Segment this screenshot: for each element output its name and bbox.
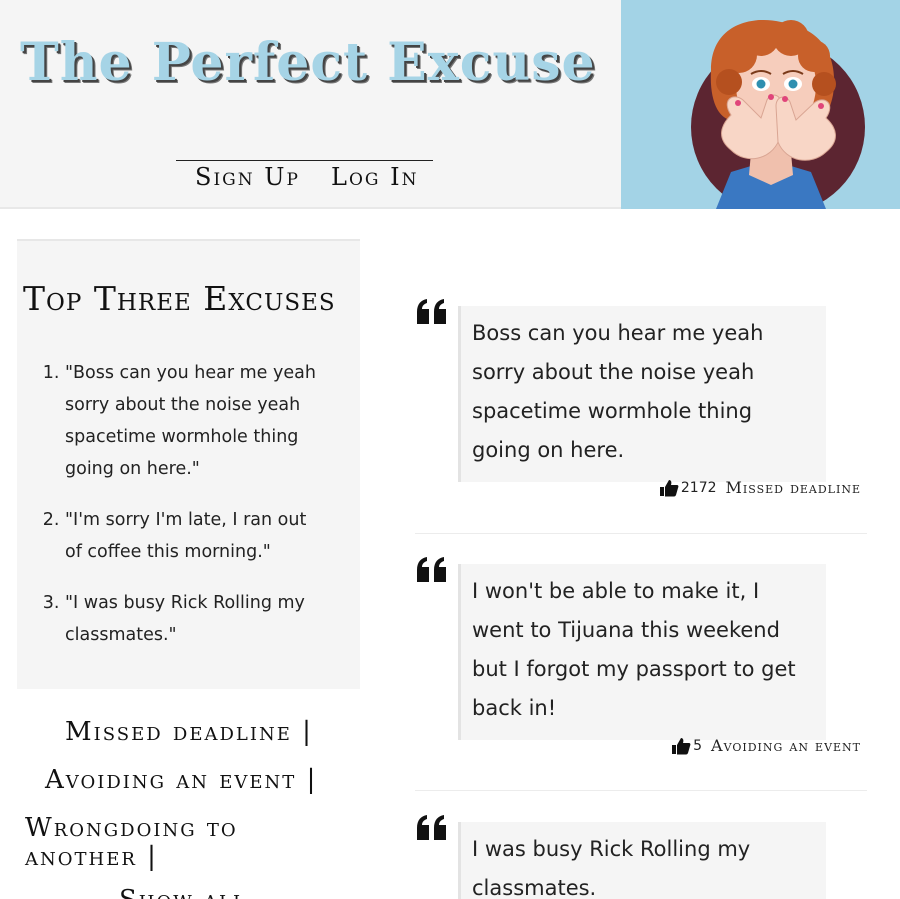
excuse-text: Boss can you hear me yeah sorry about th…: [458, 306, 826, 482]
category-link-wrongdoing-cont[interactable]: another |: [25, 843, 158, 872]
excuse-card: Boss can you hear me yeah sorry about th…: [415, 298, 867, 508]
log-in-link[interactable]: Log In: [331, 163, 418, 191]
top-nav: Sign Up Log In: [176, 160, 433, 192]
excuse-category-tag[interactable]: Avoiding an event: [711, 736, 861, 755]
category-link-wrongdoing[interactable]: Wrongdoing to: [25, 814, 238, 843]
embarrassed-woman-illustration: [691, 19, 865, 209]
quote-icon: [417, 557, 446, 582]
quote-icon: [417, 299, 446, 324]
top-excuse-item: "Boss can you hear me yeah sorry about t…: [65, 357, 323, 485]
category-link-missed-deadline[interactable]: Missed deadline |: [65, 718, 313, 747]
thumbs-up-icon[interactable]: [671, 737, 691, 755]
thumbs-up-icon[interactable]: [659, 479, 679, 497]
top-three-list: "Boss can you hear me yeah sorry about t…: [65, 357, 323, 670]
excuse-card: I was busy Rick Rolling my classmates.: [415, 814, 867, 899]
top-excuse-item: "I'm sorry I'm late, I ran out of coffee…: [65, 504, 323, 568]
like-count: 5: [693, 737, 703, 754]
excuse-meta: 2172 Missed deadline: [659, 478, 861, 497]
excuse-meta: 5 Avoiding an event: [671, 736, 861, 755]
excuse-card: I won't be able to make it, I went to Ti…: [415, 556, 867, 766]
card-divider: [415, 790, 867, 791]
hero-illustration: [621, 0, 900, 209]
category-link-avoiding-event[interactable]: Avoiding an event |: [45, 766, 317, 795]
sign-up-link[interactable]: Sign Up: [195, 163, 300, 191]
site-header: The Perfect Excuse Sign Up Log In: [0, 0, 900, 209]
top-excuse-item: "I was busy Rick Rolling my classmates.": [65, 587, 323, 651]
like-count: 2172: [680, 479, 717, 496]
excuse-text: I was busy Rick Rolling my classmates.: [458, 822, 826, 899]
quote-icon: [417, 815, 446, 840]
excuse-category-tag[interactable]: Missed deadline: [726, 478, 861, 497]
site-title[interactable]: The Perfect Excuse: [20, 32, 610, 93]
top-three-panel: Top Three Excuses "Boss can you hear me …: [17, 239, 360, 689]
category-link-show-all[interactable]: Show all: [119, 886, 247, 899]
excuse-text: I won't be able to make it, I went to Ti…: [458, 564, 826, 740]
top-three-title: Top Three Excuses: [23, 279, 336, 318]
card-divider: [415, 533, 867, 534]
